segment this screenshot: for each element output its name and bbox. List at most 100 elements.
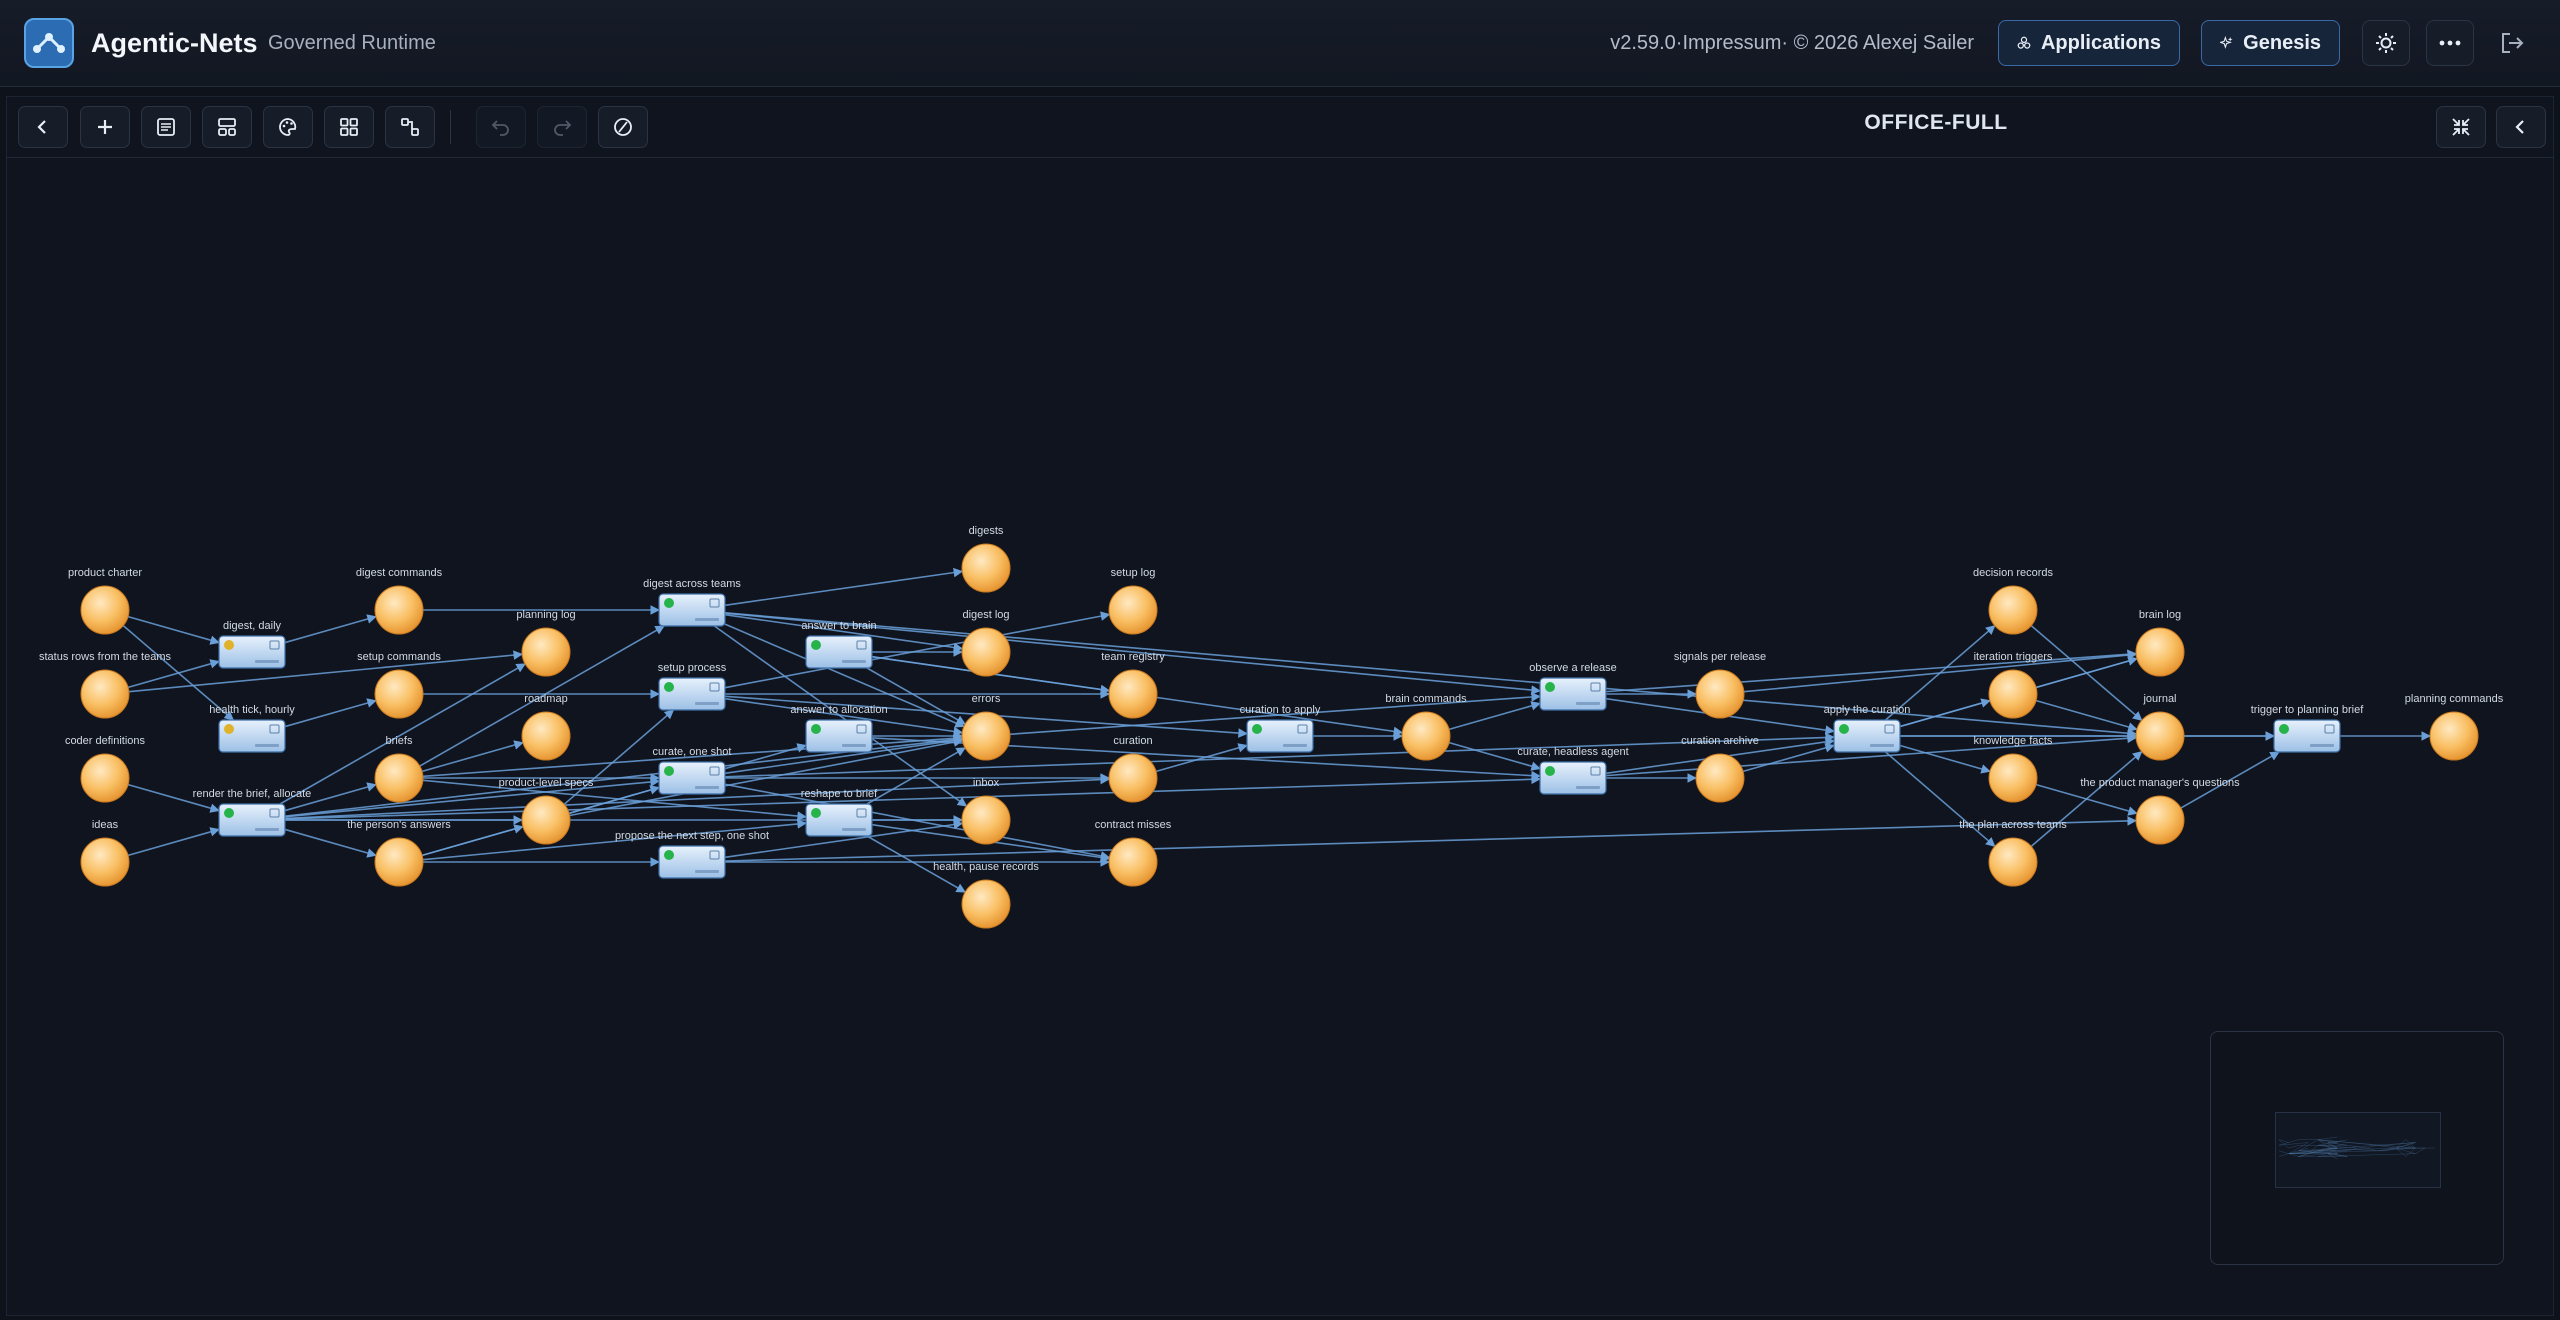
arc[interactable] (284, 777, 660, 818)
place-p30[interactable]: the product manager's questions (2080, 777, 2240, 845)
place-circle[interactable] (374, 837, 424, 887)
place-circle[interactable] (961, 627, 1011, 677)
arc[interactable] (1885, 751, 1996, 847)
transition-t2[interactable]: health tick, hourly (209, 704, 295, 753)
transition-t8[interactable]: answer to brain (801, 620, 877, 669)
arc[interactable] (724, 611, 1111, 689)
status-dot-icon (1545, 682, 1555, 692)
place-p4[interactable]: ideas (80, 819, 130, 887)
minimap-viewport[interactable] (2275, 1112, 2441, 1188)
place-circle[interactable] (1988, 753, 2038, 803)
place-p12[interactable]: digests (961, 525, 1011, 593)
place-circle[interactable] (374, 585, 424, 635)
place-circle[interactable] (961, 711, 1011, 761)
place-p24[interactable]: decision records (1973, 567, 2054, 635)
place-circle[interactable] (2135, 627, 2185, 677)
place-p13[interactable]: digest log (961, 609, 1011, 677)
place-circle[interactable] (80, 837, 130, 887)
place-p20[interactable]: contract misses (1095, 819, 1172, 887)
place-circle[interactable] (961, 543, 1011, 593)
arc[interactable] (127, 659, 220, 689)
place-p25[interactable]: iteration triggers (1974, 651, 2053, 719)
place-circle[interactable] (1108, 753, 1158, 803)
arc[interactable] (284, 698, 377, 728)
place-circle[interactable] (1988, 837, 2038, 887)
arc[interactable] (284, 828, 377, 858)
place-p28[interactable]: brain log (2135, 609, 2185, 677)
place-p26[interactable]: knowledge facts (1974, 735, 2053, 803)
place-circle[interactable] (1401, 711, 1451, 761)
place-p27[interactable]: the plan across teams (1959, 819, 2067, 887)
place-p19[interactable]: curation (1108, 735, 1158, 803)
transition-t11[interactable]: curation to apply (1240, 704, 1321, 753)
place-circle[interactable] (1988, 585, 2038, 635)
place-p18[interactable]: team registry (1101, 651, 1165, 719)
arc[interactable] (2030, 625, 2143, 722)
place-p10[interactable]: roadmap (521, 693, 571, 761)
place-p3[interactable]: coder definitions (65, 735, 146, 803)
petri-net-graph[interactable]: product charter status rows from the team… (0, 0, 2560, 1320)
place-circle[interactable] (374, 753, 424, 803)
place-circle[interactable] (521, 711, 571, 761)
place-circle[interactable] (80, 753, 130, 803)
arc[interactable] (2035, 699, 2138, 732)
place-p31[interactable]: planning commands (2405, 693, 2504, 761)
place-p14[interactable]: errors (961, 693, 1011, 761)
place-circle[interactable] (2135, 795, 2185, 845)
arc[interactable] (127, 827, 220, 857)
place-circle[interactable] (1695, 753, 1745, 803)
arc[interactable] (128, 650, 524, 693)
transition-t5[interactable]: setup process (658, 662, 727, 711)
place-p29[interactable]: journal (2135, 693, 2185, 761)
place-circle[interactable] (521, 627, 571, 677)
place-circle[interactable] (1108, 585, 1158, 635)
place-p15[interactable]: inbox (961, 777, 1011, 845)
arc[interactable] (284, 614, 377, 644)
transition-t13[interactable]: curate, headless agent (1517, 746, 1629, 795)
place-p17[interactable]: setup log (1108, 567, 1158, 635)
place-circle[interactable] (961, 879, 1011, 929)
transition-t1[interactable]: digest, daily (218, 620, 286, 669)
place-circle[interactable] (80, 669, 130, 719)
place-label: roadmap (524, 693, 567, 705)
transition-t6[interactable]: curate, one shot (653, 746, 732, 795)
place-p9[interactable]: planning log (516, 609, 576, 677)
place-p22[interactable]: signals per release (1674, 651, 1766, 719)
transition-label: digest, daily (223, 620, 282, 632)
place-circle[interactable] (2135, 711, 2185, 761)
transition-t12[interactable]: observe a release (1529, 662, 1617, 711)
transition-t15[interactable]: trigger to planning brief (2251, 704, 2364, 753)
transition-t4[interactable]: digest across teams (643, 578, 741, 627)
place-circle[interactable] (1108, 669, 1158, 719)
place-circle[interactable] (80, 585, 130, 635)
place-p16[interactable]: health, pause records (933, 861, 1039, 929)
transition-t14[interactable]: apply the curation (1824, 704, 1911, 753)
transition-label: propose the next step, one shot (615, 830, 769, 842)
arc[interactable] (127, 615, 220, 645)
place-p23[interactable]: curation archive (1681, 735, 1759, 803)
minimap[interactable] (2210, 1031, 2504, 1265)
place-p2[interactable]: status rows from the teams (39, 651, 172, 719)
place-circle[interactable] (1108, 837, 1158, 887)
transition-t10[interactable]: reshape to brief (801, 788, 878, 837)
place-circle[interactable] (1695, 669, 1745, 719)
place-label: digest commands (356, 567, 443, 579)
place-label: team registry (1101, 651, 1165, 663)
arc[interactable] (1448, 701, 1541, 731)
place-circle[interactable] (374, 669, 424, 719)
place-circle[interactable] (1988, 669, 2038, 719)
place-circle[interactable] (961, 795, 1011, 845)
place-p5[interactable]: digest commands (356, 567, 443, 635)
arc[interactable] (1742, 743, 1835, 773)
arc[interactable] (724, 567, 964, 607)
place-p8[interactable]: the person's answers (347, 819, 451, 887)
place-circle[interactable] (521, 795, 571, 845)
place-circle[interactable] (2429, 711, 2479, 761)
arc[interactable] (2030, 750, 2143, 847)
place-p6[interactable]: setup commands (357, 651, 441, 719)
transition-t3[interactable]: render the brief, allocate (193, 788, 312, 837)
place-p1[interactable]: product charter (68, 567, 142, 635)
transition-kind-mark (1576, 786, 1600, 789)
place-label: product-level specs (499, 777, 594, 789)
place-label: brain commands (1385, 693, 1467, 705)
